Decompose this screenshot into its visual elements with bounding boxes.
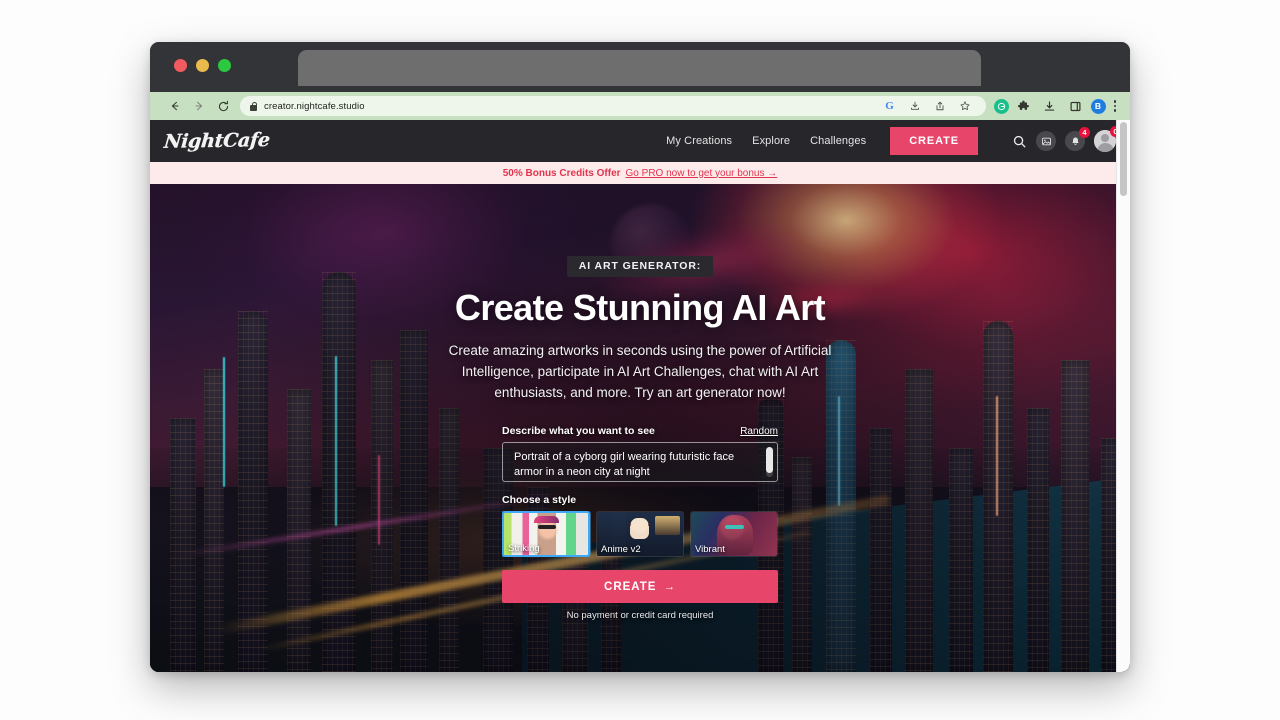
side-panel-icon[interactable] <box>1065 95 1087 117</box>
style-option-label: Anime v2 <box>601 544 641 555</box>
prompt-label-row: Describe what you want to see Random <box>502 425 778 437</box>
header-create-button[interactable]: CREATE <box>890 127 978 155</box>
random-prompt-link[interactable]: Random <box>740 426 778 437</box>
extensions-puzzle-icon[interactable] <box>1013 95 1035 117</box>
style-option-label: Vibrant <box>695 544 725 555</box>
promo-banner: 50% Bonus Credits Offer Go PRO now to ge… <box>150 162 1130 184</box>
style-label: Choose a style <box>502 494 778 506</box>
prompt-input-value: Portrait of a cyborg girl wearing futuri… <box>514 450 757 480</box>
notification-badge: 4 <box>1079 127 1090 138</box>
lock-icon <box>250 102 257 111</box>
maximize-window-button[interactable] <box>218 59 231 72</box>
address-bar-url: creator.nightcafe.studio <box>264 101 365 112</box>
window-traffic-lights <box>174 59 231 72</box>
browser-titlebar <box>150 42 1130 92</box>
page-title: Create Stunning AI Art <box>455 287 825 329</box>
hero-section: AI ART GENERATOR: Create Stunning AI Art… <box>150 184 1130 672</box>
user-avatar-icon[interactable]: 0 <box>1094 130 1116 152</box>
profile-avatar-icon[interactable]: B <box>1091 99 1106 114</box>
nav-item-challenges[interactable]: Challenges <box>810 135 866 147</box>
form-disclaimer: No payment or credit card required <box>502 610 778 621</box>
style-option-striking[interactable]: Striking <box>502 511 590 557</box>
prompt-scrollbar-thumb[interactable] <box>766 447 773 473</box>
omnibox-actions: G <box>879 95 976 117</box>
install-app-icon[interactable] <box>904 95 926 117</box>
site-header: NightCafe My Creations Explore Challenge… <box>150 120 1130 162</box>
promo-link[interactable]: Go PRO now to get your bonus → <box>626 168 778 179</box>
google-icon[interactable]: G <box>879 95 901 117</box>
site-nav: My Creations Explore Challenges CREATE <box>666 127 1116 155</box>
minimize-window-button[interactable] <box>196 59 209 72</box>
generator-form: Describe what you want to see Random Por… <box>502 425 778 621</box>
style-option-vibrant[interactable]: Vibrant <box>690 511 778 557</box>
header-icon-group: 4 0 <box>1012 130 1116 152</box>
forward-arrow-icon[interactable] <box>188 95 210 117</box>
prompt-label: Describe what you want to see <box>502 425 655 437</box>
nav-item-my-creations[interactable]: My Creations <box>666 135 732 147</box>
browser-tab[interactable] <box>298 50 981 86</box>
browser-nav-buttons <box>164 95 234 117</box>
image-icon[interactable] <box>1036 131 1056 151</box>
share-icon[interactable] <box>929 95 951 117</box>
style-picker: Striking Anime v2 Vibrant <box>502 511 778 557</box>
close-window-button[interactable] <box>174 59 187 72</box>
nav-item-explore[interactable]: Explore <box>752 135 790 147</box>
style-option-anime-v2[interactable]: Anime v2 <box>596 511 684 557</box>
hero-subtitle: Create amazing artworks in seconds using… <box>425 340 855 403</box>
page-scrollbar[interactable] <box>1116 120 1130 672</box>
site-logo[interactable]: NightCafe <box>163 129 271 153</box>
arrow-right-icon: → <box>663 581 676 593</box>
search-icon[interactable] <box>1012 134 1027 149</box>
hero-content: AI ART GENERATOR: Create Stunning AI Art… <box>150 184 1130 672</box>
bookmark-star-icon[interactable] <box>954 95 976 117</box>
browser-toolbar-right: B <box>994 95 1123 117</box>
browser-toolbar: creator.nightcafe.studio G <box>150 92 1130 120</box>
downloads-icon[interactable] <box>1039 95 1061 117</box>
hero-eyebrow: AI ART GENERATOR: <box>567 256 713 277</box>
promo-bold-text: 50% Bonus Credits Offer <box>503 168 621 179</box>
browser-window: creator.nightcafe.studio G <box>150 42 1130 672</box>
chrome-menu-icon[interactable] <box>1110 100 1121 112</box>
style-option-label: Striking <box>508 543 540 554</box>
browser-tabstrip <box>298 50 1122 86</box>
create-submit-button[interactable]: CREATE → <box>502 570 778 603</box>
address-bar[interactable]: creator.nightcafe.studio G <box>240 96 986 116</box>
create-submit-label: CREATE <box>604 581 656 593</box>
grammarly-icon[interactable] <box>994 99 1009 114</box>
back-arrow-icon[interactable] <box>164 95 186 117</box>
page-viewport: NightCafe My Creations Explore Challenge… <box>150 120 1130 672</box>
bell-icon[interactable]: 4 <box>1065 131 1085 151</box>
page-scrollbar-thumb[interactable] <box>1120 122 1127 196</box>
prompt-input[interactable]: Portrait of a cyborg girl wearing futuri… <box>502 442 778 482</box>
prompt-scrollbar[interactable] <box>766 447 773 477</box>
screen-root: creator.nightcafe.studio G <box>0 0 1280 720</box>
reload-icon[interactable] <box>212 95 234 117</box>
